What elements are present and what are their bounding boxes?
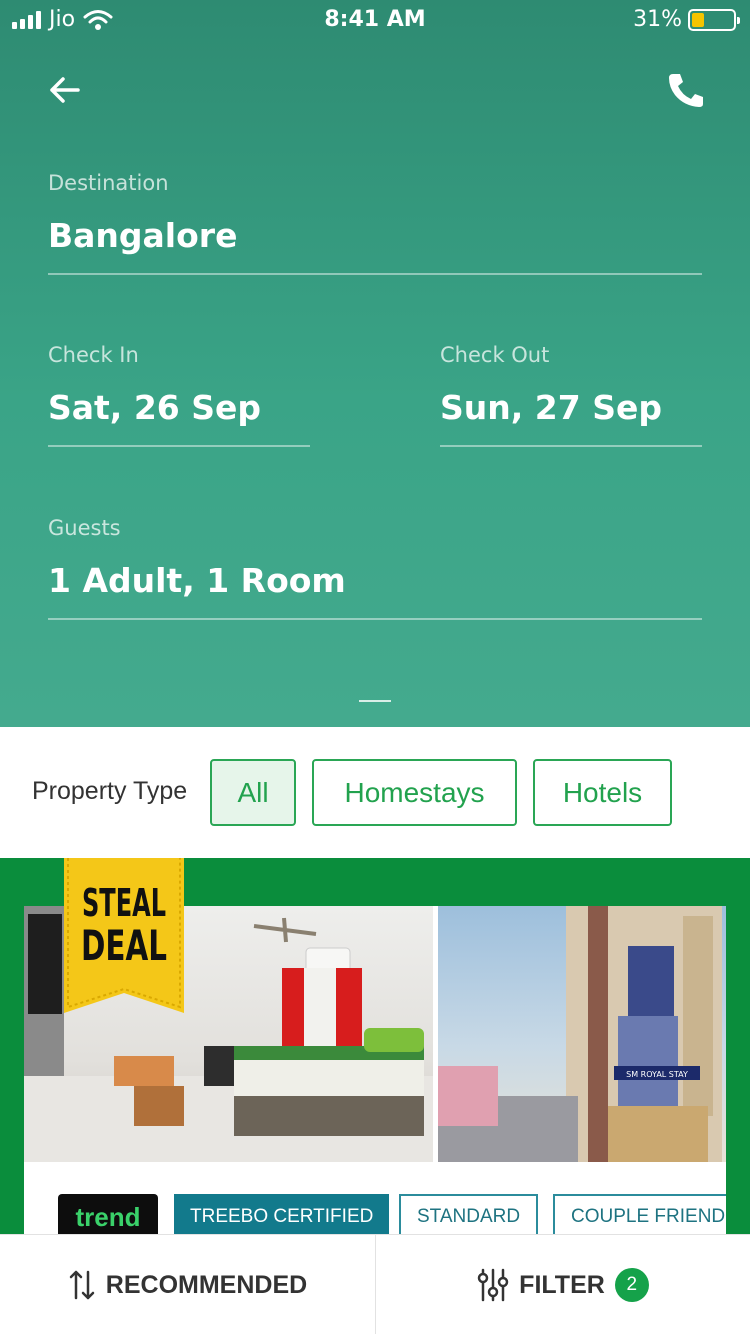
chip-homestays[interactable]: Homestays <box>312 759 517 826</box>
chip-all[interactable]: All <box>210 759 296 826</box>
battery-icon <box>688 8 740 31</box>
bottom-action-bar: RECOMMENDED FILTER 2 <box>0 1234 750 1334</box>
filter-button[interactable]: FILTER 2 <box>376 1235 750 1334</box>
filter-label: FILTER <box>519 1270 605 1299</box>
checkout-field[interactable]: Sun, 27 Sep <box>440 388 662 427</box>
destination-label: Destination <box>48 171 169 195</box>
property-type-label: Property Type <box>32 777 188 805</box>
destination-field[interactable]: Bangalore <box>48 216 237 255</box>
tag-couple-friendly: COUPLE FRIENDL <box>553 1194 726 1234</box>
back-arrow-icon[interactable] <box>44 70 84 110</box>
deal-text-deal: DEAL <box>81 921 167 970</box>
deal-text-steal: STEAL <box>82 881 166 925</box>
tag-treebo-certified: TREEBO CERTIFIED <box>174 1194 390 1234</box>
steal-deal-ribbon: STEAL DEAL <box>64 858 184 1013</box>
building-illustration: SM ROYAL STAY <box>438 906 722 1162</box>
sort-button[interactable]: RECOMMENDED <box>0 1235 375 1334</box>
sort-icon <box>69 1270 95 1300</box>
guests-divider <box>48 618 702 620</box>
building-sign: SM ROYAL STAY <box>626 1070 688 1079</box>
guests-label: Guests <box>48 516 121 540</box>
battery-percent: 31% <box>633 7 682 32</box>
checkout-divider <box>440 445 702 447</box>
battery-info: 31% <box>633 7 740 32</box>
filter-count-badge: 2 <box>614 1268 649 1302</box>
hotel-tags: trend TREEBO CERTIFIED STANDARD COUPLE F… <box>58 1194 726 1234</box>
checkin-field[interactable]: Sat, 26 Sep <box>48 388 261 427</box>
chip-hotels[interactable]: Hotels <box>533 759 672 826</box>
destination-divider <box>48 273 702 275</box>
status-bar: Jio 8:41 AM 31% <box>0 0 750 40</box>
trend-badge: trend <box>58 1194 158 1234</box>
collapse-handle[interactable] <box>359 700 391 702</box>
building-photo[interactable]: SM ROYAL STAY <box>438 906 726 1162</box>
search-header: Jio 8:41 AM 31% Destination Bangalore Ch… <box>0 0 750 727</box>
phone-icon[interactable] <box>664 70 708 110</box>
checkout-label: Check Out <box>440 343 550 367</box>
filter-icon <box>477 1268 509 1302</box>
checkin-label: Check In <box>48 343 139 367</box>
tag-standard: STANDARD <box>399 1194 539 1234</box>
sort-label: RECOMMENDED <box>105 1270 308 1299</box>
property-type-filter: Property Type All Homestays Hotels <box>0 727 750 858</box>
checkin-divider <box>48 445 310 447</box>
guests-field[interactable]: 1 Adult, 1 Room <box>48 561 346 600</box>
